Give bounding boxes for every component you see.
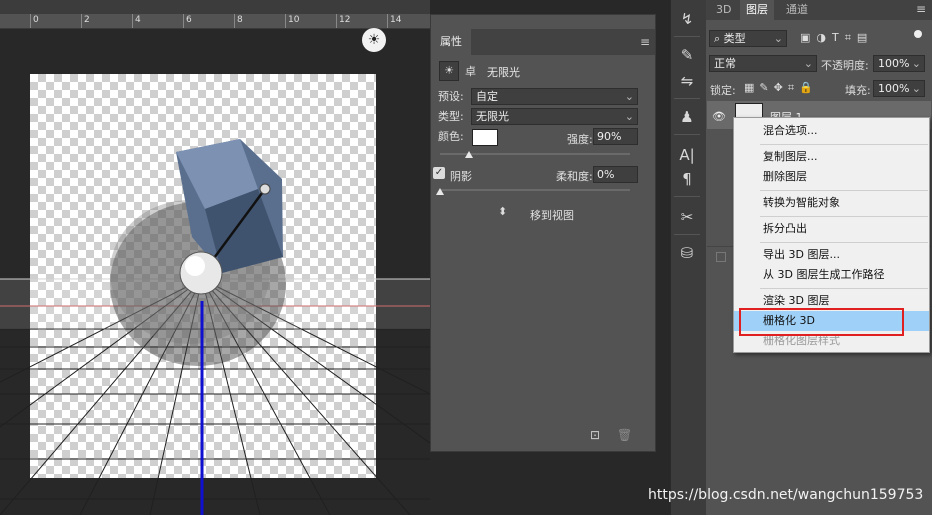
panel-menu-icon[interactable]: ≡ [640,35,650,49]
chevron-down-icon: ⌄ [624,90,634,103]
menu-item-blending-options[interactable]: 混合选项... [734,121,929,141]
softness-slider-knob[interactable] [436,188,444,195]
horizontal-ruler: 0 2 4 6 8 10 12 14 [0,14,430,29]
ruler-label: 2 [84,15,90,25]
adjust-icon[interactable]: ⇋ [672,70,702,92]
layer-visibility-box[interactable] [716,252,726,262]
light-name: 无限光 [487,66,520,79]
light-color-swatch[interactable] [472,129,498,146]
ruler-label: 10 [288,15,300,25]
preset-label: 预设: [438,90,464,103]
canvas-viewport[interactable] [0,29,430,515]
type-label: 类型: [438,110,464,123]
light-icon[interactable]: ☀ [439,61,459,81]
chevron-down-icon: ⌄ [911,82,921,95]
filter-icons[interactable]: ▣◑T⌗▤ [800,31,873,45]
menu-item-export-3d-layer[interactable]: 导出 3D 图层... [734,245,929,265]
tab-properties[interactable]: 属性 [431,29,471,55]
panel-menu-icon[interactable]: ≡ [916,2,926,16]
libraries-icon[interactable]: ⛁ [672,242,702,264]
type-value: 无限光 [476,110,509,123]
preset-value: 自定 [476,90,498,103]
infinite-light-icon[interactable]: 卓 [465,63,476,79]
intensity-label: 强度: [567,133,593,146]
trash-icon[interactable]: 🗑 [617,428,632,442]
softness-label: 柔和度: [556,170,593,183]
menu-item-split-extrusion[interactable]: 拆分凸出 [734,219,929,239]
fill-label: 填充: [845,84,871,97]
lock-label: 锁定: [710,84,736,97]
ruler-label: 14 [390,15,402,25]
layer-filter-select[interactable]: ⌕ 类型 ⌄ [709,30,787,47]
tab-channels[interactable]: 通道 [780,0,814,20]
shadow-label: 阴影 [450,170,472,183]
softness-slider[interactable] [440,189,630,191]
filter-toggle-icon[interactable] [914,30,922,38]
sun-icon[interactable]: ☀ [362,28,386,52]
3d-icon[interactable]: ↯ [672,8,702,30]
ruler-label: 4 [135,15,141,25]
filter-value: 类型 [723,32,746,45]
ruler-label: 6 [186,15,192,25]
canvas-tab-strip [0,0,430,14]
color-label: 颜色: [438,130,464,143]
chevron-down-icon: ⌄ [624,110,634,123]
menu-item-convert-smart-object[interactable]: 转换为智能对象 [734,193,929,213]
lock-icons[interactable]: ▦✎✥⌗🔒 [744,81,818,95]
type-select[interactable]: 无限光 ⌄ [471,108,638,125]
opacity-input[interactable]: 100% ⌄ [873,55,925,72]
ruler-label: 12 [339,15,351,25]
character-icon[interactable]: A| [672,144,702,166]
3d-scene[interactable] [0,29,430,515]
tab-layers[interactable]: 图层 [740,0,774,20]
opacity-value: 100% [878,57,910,70]
intensity-input[interactable]: 90% [593,128,638,145]
stamp-icon[interactable]: ♟ [672,106,702,128]
eye-icon[interactable]: 👁 [712,110,726,123]
tab-3d[interactable]: 3D [710,0,737,20]
fill-value: 100% [878,82,910,95]
paragraph-icon[interactable]: ¶ [672,168,702,190]
intensity-slider-knob[interactable] [464,151,473,158]
watermark: https://blog.csdn.net/wangchun159753 [648,487,924,503]
chevron-down-icon: ⌄ [803,57,813,70]
opacity-label: 不透明度: [821,59,869,72]
menu-item-generate-work-path[interactable]: 从 3D 图层生成工作路径 [734,265,929,285]
blend-mode-value: 正常 [714,57,736,70]
blend-mode-select[interactable]: 正常 ⌄ [709,55,817,72]
layers-tabbar: 3D 图层 通道 ≡ [706,0,932,20]
menu-item-delete-layer[interactable]: 删除图层 [734,167,929,187]
tools-icon[interactable]: ✂ [672,206,702,228]
ruler-label: 8 [237,15,243,25]
move-to-view-button[interactable]: 移到视图 [530,207,574,223]
search-icon: ⌕ [714,32,724,45]
fill-input[interactable]: 100% ⌄ [873,80,925,97]
properties-panel [430,14,656,452]
move-to-view-icon[interactable]: ⬍ [498,205,507,218]
chevron-down-icon: ⌄ [773,32,783,45]
callout-box [739,308,904,336]
brush-icon[interactable]: ✎ [672,44,702,66]
menu-item-duplicate-layer[interactable]: 复制图层... [734,147,929,167]
render-icon[interactable]: ⊡ [590,428,600,442]
preset-select[interactable]: 自定 ⌄ [471,88,638,105]
ruler-label: 0 [33,15,39,25]
shadow-checkbox[interactable]: ✓ [433,167,445,179]
softness-input[interactable]: 0% [593,166,638,183]
chevron-down-icon: ⌄ [911,57,921,70]
